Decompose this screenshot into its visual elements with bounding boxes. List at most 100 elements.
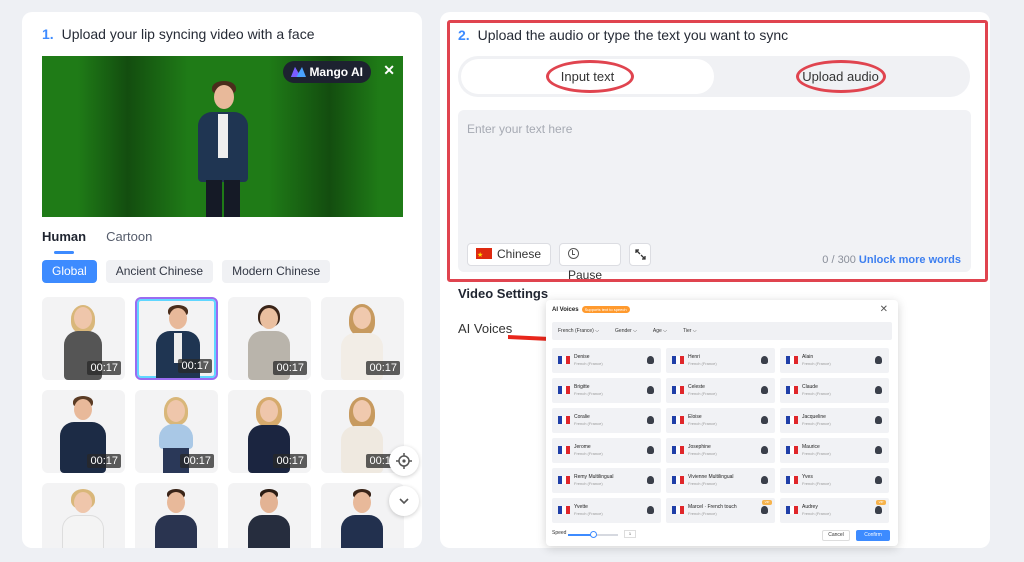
chip-global[interactable]: Global (42, 260, 97, 283)
duration-badge: 00:17 (180, 454, 214, 468)
pause-button[interactable]: Pause (559, 243, 621, 282)
step1-title: 1. Upload your lip syncing video with a … (42, 26, 315, 42)
text-input-area[interactable]: Enter your text here Chinese Pause 0 / 3… (458, 110, 971, 282)
avatar-card[interactable]: 00:17 (228, 297, 311, 380)
voice-card[interactable]: Vivienne Multilingual French (France) (666, 468, 775, 493)
duration-badge: 00:17 (178, 359, 212, 373)
vip-badge: VIP (876, 500, 886, 505)
scroll-down-button[interactable] (389, 486, 419, 516)
chip-ancient-chinese[interactable]: Ancient Chinese (105, 260, 214, 283)
modal-close-icon[interactable]: ✕ (880, 304, 888, 315)
avatar-card[interactable] (228, 483, 311, 548)
speed-value: 1 (624, 530, 636, 538)
text-placeholder: Enter your text here (467, 122, 573, 136)
voice-avatar-icon (875, 416, 882, 424)
voice-card[interactable]: Claude French (France) (780, 378, 889, 403)
expand-icon (634, 249, 646, 260)
avatar-card[interactable] (135, 483, 218, 548)
voice-card[interactable]: Celeste French (France) (666, 378, 775, 403)
avatar-card[interactable]: 00:17 (42, 390, 125, 473)
avatar-card-selected[interactable]: 00:17 (135, 297, 218, 380)
voice-name: Maurice (802, 444, 820, 450)
avatar-card[interactable]: 00:17 (228, 390, 311, 473)
filter-age[interactable]: Age ⌵ (653, 328, 667, 334)
locate-button[interactable] (389, 446, 419, 476)
language-select[interactable]: Chinese (467, 243, 551, 266)
voice-language: French (France) (802, 361, 831, 366)
voice-card[interactable]: Yvette French (France) (552, 498, 661, 523)
voice-name: Brigitte (574, 384, 590, 390)
mango-logo-icon (291, 67, 307, 77)
duration-badge: 00:17 (273, 361, 307, 375)
cancel-button[interactable]: Cancel (822, 530, 850, 541)
voice-filter-bar: French (France) ⌵ Gender ⌵ Age ⌵ Tier ⌵ (552, 322, 892, 340)
filter-language[interactable]: French (France) ⌵ (558, 328, 599, 334)
voice-card[interactable]: Eloise French (France) (666, 408, 775, 433)
france-flag-icon (786, 386, 798, 394)
tab-human[interactable]: Human (42, 229, 86, 254)
voice-avatar-icon (761, 416, 768, 424)
voice-card[interactable]: Audrey French (France) VIP (780, 498, 889, 523)
step2-text: Upload the audio or type the text you wa… (477, 27, 789, 43)
modal-badge: Supports text to speech (581, 306, 630, 313)
voice-avatar-icon (761, 506, 768, 514)
voice-card[interactable]: Brigitte French (France) (552, 378, 661, 403)
voice-card[interactable]: Denise French (France) (552, 348, 661, 373)
voice-card[interactable]: Josephine French (France) (666, 438, 775, 463)
voice-language: French (France) (574, 451, 603, 456)
voice-card[interactable]: Yves French (France) (780, 468, 889, 493)
voice-card[interactable]: Maurice French (France) (780, 438, 889, 463)
chevron-down-icon (399, 498, 409, 505)
avatar-card[interactable]: 00:17 (42, 297, 125, 380)
chip-modern-chinese[interactable]: Modern Chinese (222, 260, 331, 283)
upload-audio-highlight (796, 60, 886, 93)
speed-slider[interactable] (568, 531, 618, 538)
voice-name: Celeste (688, 384, 705, 390)
voice-card[interactable]: Alain French (France) (780, 348, 889, 373)
avatar-card[interactable]: 00:17 (135, 390, 218, 473)
voice-card[interactable]: Henri French (France) (666, 348, 775, 373)
speed-label: Speed (552, 530, 567, 536)
input-mode-toggle: Input text Upload audio (458, 56, 970, 97)
speed-knob[interactable] (590, 531, 597, 538)
voice-name: Remy Multilingual (574, 474, 614, 480)
voice-card[interactable]: Coralie French (France) (552, 408, 661, 433)
voice-card[interactable]: Jacqueline French (France) (780, 408, 889, 433)
filter-gender[interactable]: Gender ⌵ (615, 328, 637, 334)
voice-language: French (France) (802, 511, 831, 516)
china-flag-icon (476, 245, 492, 266)
voice-avatar-icon (647, 356, 654, 364)
expand-button[interactable] (629, 243, 651, 266)
france-flag-icon (786, 446, 798, 454)
avatar-card[interactable]: 00:17 (321, 297, 404, 380)
unlock-more-words-link[interactable]: Unlock more words (859, 254, 961, 266)
france-flag-icon (558, 416, 570, 424)
voice-language: French (France) (574, 421, 603, 426)
france-flag-icon (672, 476, 684, 484)
voice-card[interactable]: Jerome French (France) (552, 438, 661, 463)
video-preview[interactable]: Mango AI ✕ (42, 56, 403, 217)
avatar-card[interactable] (42, 483, 125, 548)
close-preview-icon[interactable]: ✕ (383, 62, 395, 79)
voice-name: Audrey (802, 504, 818, 510)
voice-card[interactable]: Remy Multilingual French (France) (552, 468, 661, 493)
france-flag-icon (558, 476, 570, 484)
voice-language: French (France) (802, 421, 831, 426)
brand-badge: Mango AI (283, 61, 371, 83)
avatar-type-tabs: Human Cartoon (42, 229, 152, 254)
voice-name: Coralie (574, 414, 590, 420)
voice-name: Denise (574, 354, 590, 360)
modal-title: AI Voices Supports text to speech (552, 306, 630, 313)
voice-card[interactable]: Marcel · French touch French (France) VIP (666, 498, 775, 523)
voice-avatar-icon (875, 476, 882, 484)
voice-language: French (France) (802, 481, 831, 486)
tab-cartoon[interactable]: Cartoon (106, 229, 152, 248)
modal-title-text: AI Voices (552, 307, 579, 313)
input-text-highlight (546, 60, 634, 93)
confirm-button[interactable]: Confirm (856, 530, 890, 541)
filter-tier[interactable]: Tier ⌵ (683, 328, 697, 334)
voice-name: Marcel · French touch (688, 504, 737, 510)
france-flag-icon (558, 386, 570, 394)
vip-badge: VIP (762, 500, 772, 505)
voice-language: French (France) (802, 391, 831, 396)
